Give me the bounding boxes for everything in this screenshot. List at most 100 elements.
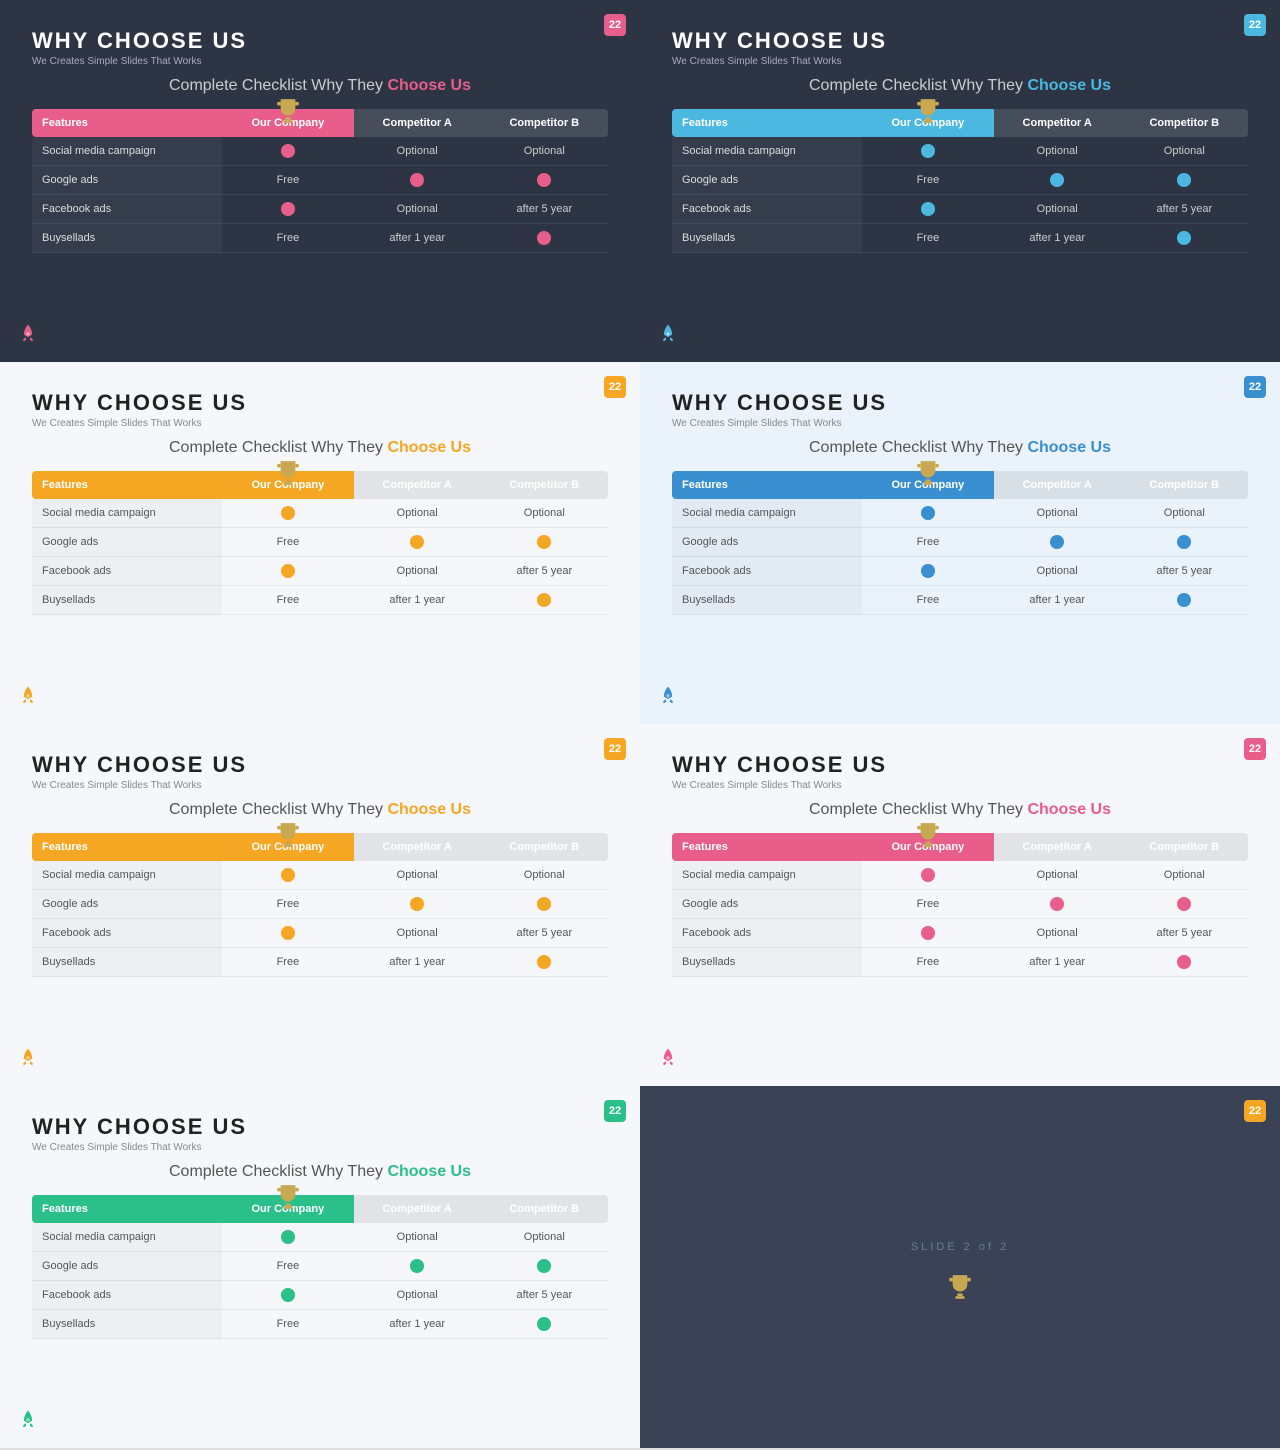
table-cell: Buysellads (32, 948, 222, 977)
table-row: Google adsFree (32, 1252, 608, 1281)
check-dot (921, 926, 935, 940)
col-competitor-b: Competitor B (481, 1195, 608, 1223)
table-row: BuyselladsFreeafter 1 year (672, 224, 1248, 253)
heading-plain: Complete Checklist Why They (169, 77, 387, 94)
trophy-icon (917, 821, 939, 849)
table-cell: Social media campaign (32, 137, 222, 166)
table-cell: Free (862, 528, 994, 557)
trophy-icon (277, 1183, 299, 1211)
table-cell: Facebook ads (32, 1281, 222, 1310)
table-cell: after 5 year (1121, 557, 1248, 586)
table-cell: Buysellads (32, 586, 222, 615)
table-cell: after 1 year (354, 586, 481, 615)
col-competitor-a: Competitor A (994, 833, 1121, 861)
table-row: Google adsFree (672, 890, 1248, 919)
table-cell: Free (862, 948, 994, 977)
rocket-decoration (658, 323, 678, 348)
slide-subtitle: We Creates Simple Slides That Works (32, 780, 608, 791)
heading-plain: Complete Checklist Why They (169, 439, 387, 456)
table-cell: after 1 year (994, 224, 1121, 253)
table-cell (481, 948, 608, 977)
table-header-row: Features Our Company Competitor A Compet… (32, 471, 608, 499)
slide-number: 22 (1244, 1100, 1266, 1122)
checklist-heading: Complete Checklist Why They Choose Us (672, 801, 1248, 819)
slide-subtitle: We Creates Simple Slides That Works (32, 1142, 608, 1153)
table-cell (222, 499, 354, 528)
check-dot (537, 1259, 551, 1273)
comparison-table: Features Our Company Competitor A Compet… (32, 833, 608, 977)
table-cell (1121, 166, 1248, 195)
slide-number: 22 (1244, 738, 1266, 760)
table-cell: Google ads (32, 166, 222, 195)
table-cell (862, 499, 994, 528)
table-cell (481, 224, 608, 253)
table-row: Facebook adsOptionalafter 5 year (32, 557, 608, 586)
table-cell: Buysellads (672, 586, 862, 615)
table-cell: after 5 year (1121, 195, 1248, 224)
trophy-icon (277, 821, 299, 849)
table-body: Social media campaignOptionalOptionalGoo… (32, 499, 608, 615)
heading-highlight: Choose Us (387, 801, 471, 818)
rocket-icon (658, 323, 678, 343)
rocket-decoration (18, 685, 38, 710)
table-cell: Buysellads (32, 224, 222, 253)
table-row: Social media campaignOptionalOptional (32, 1223, 608, 1252)
slide-title: WHY CHOOSE US (32, 1114, 608, 1140)
slide-number: 22 (604, 738, 626, 760)
col-features: Features (672, 109, 862, 137)
table-cell: Google ads (32, 1252, 222, 1281)
col-features: Features (672, 833, 862, 861)
table-row: Social media campaignOptionalOptional (32, 499, 608, 528)
table-row: Facebook adsOptionalafter 5 year (672, 557, 1248, 586)
table-cell: Optional (354, 557, 481, 586)
heading-highlight: Choose Us (387, 77, 471, 94)
table-cell: Free (862, 890, 994, 919)
slide-subtitle: We Creates Simple Slides That Works (672, 418, 1248, 429)
table-cell (862, 861, 994, 890)
heading-highlight: Choose Us (1027, 77, 1111, 94)
col-features: Features (32, 833, 222, 861)
table-cell (481, 586, 608, 615)
rocket-icon (658, 1047, 678, 1067)
table-cell (481, 528, 608, 557)
table-cell: Social media campaign (672, 861, 862, 890)
check-dot (537, 173, 551, 187)
check-dot (537, 1317, 551, 1331)
table-cell: Buysellads (672, 224, 862, 253)
rocket-icon (18, 1409, 38, 1429)
table-cell: Free (222, 1252, 354, 1281)
check-dot (281, 564, 295, 578)
col-competitor-b: Competitor B (1121, 833, 1248, 861)
table-row: Google adsFree (672, 166, 1248, 195)
table-cell: Free (222, 890, 354, 919)
table-cell: Optional (481, 861, 608, 890)
check-dot (1177, 231, 1191, 245)
table-cell: after 5 year (481, 919, 608, 948)
table-cell (994, 890, 1121, 919)
table-cell (862, 137, 994, 166)
check-dot (281, 144, 295, 158)
table-cell: Optional (994, 861, 1121, 890)
col-our-company: Our Company (862, 471, 994, 499)
table-cell: Optional (994, 557, 1121, 586)
table-body: Social media campaignOptionalOptionalGoo… (672, 499, 1248, 615)
table-cell (222, 137, 354, 166)
table-body: Social media campaignOptionalOptionalGoo… (32, 861, 608, 977)
col-competitor-a: Competitor A (354, 1195, 481, 1223)
table-cell (1121, 528, 1248, 557)
table-body: Social media campaignOptionalOptionalGoo… (672, 861, 1248, 977)
col-competitor-a: Competitor A (354, 471, 481, 499)
trophy-icon (917, 459, 939, 487)
checklist-heading: Complete Checklist Why They Choose Us (32, 801, 608, 819)
comparison-table: Features Our Company Competitor A Compet… (32, 471, 608, 615)
preview-slide: 22 SLIDE 2 of 2 (640, 1086, 1280, 1448)
comparison-table: Features Our Company Competitor A Compet… (672, 471, 1248, 615)
check-dot (410, 535, 424, 549)
slide-6: 22 WHY CHOOSE US We Creates Simple Slide… (640, 724, 1280, 1086)
table-cell: after 5 year (481, 1281, 608, 1310)
slide-title: WHY CHOOSE US (32, 28, 608, 54)
table-cell: Facebook ads (672, 919, 862, 948)
table-header-row: Features Our Company Competitor A Compet… (32, 1195, 608, 1223)
col-our-company: Our Company (222, 833, 354, 861)
table-cell: Free (862, 586, 994, 615)
